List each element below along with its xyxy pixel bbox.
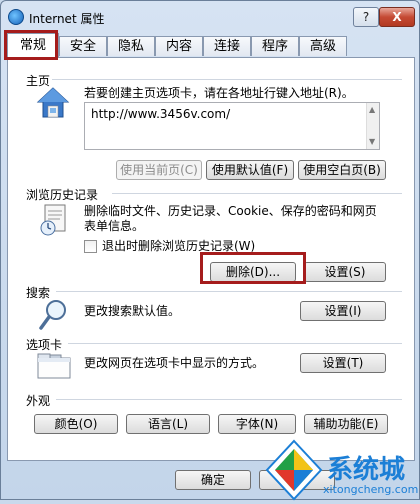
languages-button[interactable]: 语言(L) [126, 414, 210, 434]
delete-history-button[interactable]: 删除(D)... [210, 262, 296, 282]
history-description-line1: 删除临时文件、历史记录、Cookie、保存的密码和网页 [84, 204, 377, 218]
use-default-button[interactable]: 使用默认值(F) [206, 160, 294, 180]
internet-explorer-icon [8, 9, 24, 25]
watermark-brand: 系统城 [327, 455, 406, 485]
history-document-icon [36, 202, 72, 238]
use-current-button[interactable]: 使用当前页(C) [116, 160, 202, 180]
home-icon [36, 86, 70, 120]
title-bar: Internet 属性 ? X [1, 1, 419, 33]
tab-general[interactable]: 常规 [7, 33, 59, 57]
search-separator [56, 291, 402, 292]
watermark-logo-icon [263, 439, 325, 501]
close-button[interactable]: X [379, 7, 415, 27]
accessibility-button[interactable]: 辅助功能(E) [304, 414, 388, 434]
delete-on-exit-checkbox[interactable] [84, 240, 97, 253]
help-button[interactable]: ? [353, 7, 379, 27]
tab-advanced[interactable]: 高级 [299, 36, 347, 56]
history-settings-button[interactable]: 设置(S) [304, 262, 386, 282]
fonts-button[interactable]: 字体(N) [218, 414, 296, 434]
history-separator [112, 193, 402, 194]
use-blank-button[interactable]: 使用空白页(B) [298, 160, 386, 180]
scroll-down-icon[interactable]: ▼ [369, 137, 375, 146]
tabs-settings-button[interactable]: 设置(T) [300, 353, 386, 373]
tabbed-window-icon [36, 352, 72, 380]
appearance-separator [56, 399, 402, 400]
window-title: Internet 属性 [29, 12, 105, 26]
home-page-scrollbar[interactable]: ▲ ▼ [366, 103, 379, 149]
tab-security[interactable]: 安全 [59, 36, 107, 56]
general-tab-panel: 主页 若要创建主页选项卡，请在各地址行键入地址(R)。 http://www.3… [7, 57, 415, 461]
watermark-url: xitongcheng.com [323, 483, 419, 496]
tabs-description: 更改网页在选项卡中显示的方式。 [84, 356, 265, 370]
search-settings-button[interactable]: 设置(I) [300, 301, 386, 321]
home-page-url: http://www.3456v.com/ [91, 107, 231, 121]
colors-button[interactable]: 颜色(O) [34, 414, 118, 434]
tabs-section-label: 选项卡 [26, 338, 63, 352]
home-page-textarea[interactable]: http://www.3456v.com/ ▲ ▼ [84, 102, 380, 150]
scroll-up-icon[interactable]: ▲ [369, 105, 375, 114]
magnifier-icon [38, 298, 70, 332]
history-section-label: 浏览历史记录 [26, 188, 99, 202]
tab-connections[interactable]: 连接 [203, 36, 251, 56]
delete-on-exit-label: 退出时删除浏览历史记录(W) [102, 239, 256, 253]
internet-properties-dialog: Internet 属性 ? X 常规 安全 隐私 内容 连接 程序 高级 主页 … [0, 0, 420, 501]
tab-content[interactable]: 内容 [155, 36, 203, 56]
tab-programs[interactable]: 程序 [251, 36, 299, 56]
tab-privacy[interactable]: 隐私 [107, 36, 155, 56]
tab-strip: 常规 安全 隐私 内容 连接 程序 高级 [7, 33, 415, 57]
search-description: 更改搜索默认值。 [84, 304, 181, 318]
tabs-separator [68, 343, 402, 344]
home-description: 若要创建主页选项卡，请在各地址行键入地址(R)。 [84, 86, 354, 100]
appearance-section-label: 外观 [26, 394, 51, 408]
ok-button[interactable]: 确定 [175, 470, 251, 490]
home-separator [52, 79, 402, 80]
history-description-line2: 表单信息。 [84, 219, 145, 233]
